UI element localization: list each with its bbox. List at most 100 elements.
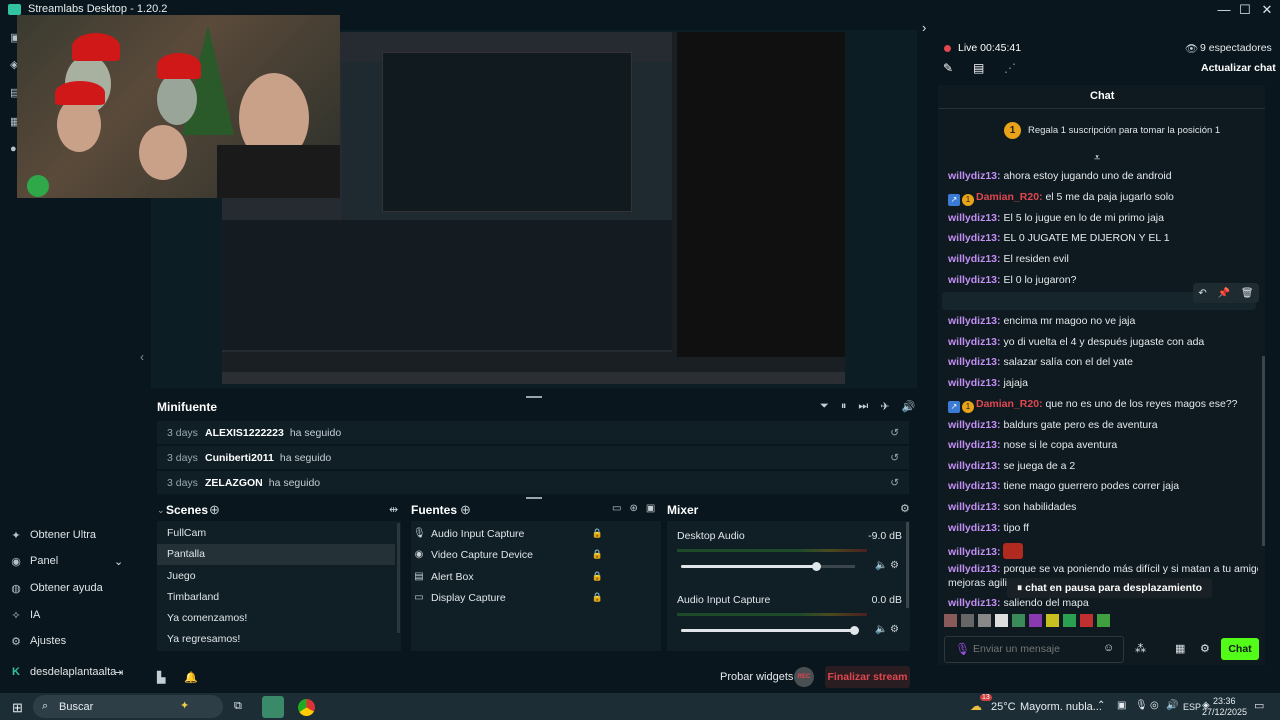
scene-item[interactable]: Juego: [157, 566, 395, 587]
chat-username[interactable]: willydiz13: [948, 336, 997, 348]
maximize-button[interactable]: ☐: [1234, 1, 1256, 19]
chat-input[interactable]: [973, 640, 1098, 658]
chat-username[interactable]: Damian_R20: [976, 398, 1039, 410]
scene-item[interactable]: Ya regresamos!: [157, 629, 395, 650]
filter-icon[interactable]: ⏷: [820, 400, 829, 413]
chat-message[interactable]: willydiz13: baldurs gate pero es de aven…: [948, 419, 1258, 432]
chat-username[interactable]: willydiz13: [948, 170, 997, 182]
clock-time[interactable]: 23:36: [1213, 696, 1236, 706]
emote-icon[interactable]: [1046, 614, 1059, 627]
chat-username[interactable]: willydiz13: [948, 546, 997, 558]
emote-icon[interactable]: [1029, 614, 1042, 627]
chat-message[interactable]: ↗ 1 Damian_R20: el 5 me da paja jugarlo so…: [948, 191, 1258, 206]
emoji-icon[interactable]: ☺: [1103, 642, 1114, 654]
notifications-icon[interactable]: 🔔: [184, 671, 198, 684]
test-widgets-button[interactable]: Probar widgets: [720, 671, 793, 683]
chat-message[interactable]: willydiz13: El 5 lo jugue en lo de mi pr…: [948, 212, 1258, 225]
chat-message[interactable]: willydiz13: salazar salía con el del yat…: [948, 356, 1258, 369]
tray-app-icon[interactable]: ▣: [1117, 700, 1126, 711]
temperature[interactable]: 25°C: [991, 701, 1016, 713]
chat-username[interactable]: willydiz13: [948, 419, 997, 431]
chat-message[interactable]: willydiz13: El residen evil: [948, 253, 1258, 266]
kick-features-icon[interactable]: ⁂: [1135, 642, 1146, 655]
chat-username[interactable]: willydiz13: [948, 315, 997, 327]
nav-obtener-ultra[interactable]: ✦ Obtener Ultra: [10, 524, 140, 546]
chat-message[interactable]: willydiz13: porque se va poniendo más di…: [948, 563, 1258, 576]
chat-username[interactable]: Damian_R20: [976, 191, 1039, 203]
chat-message[interactable]: willydiz13: saliendo del mapa: [948, 597, 1258, 610]
record-button[interactable]: REC: [794, 667, 814, 687]
chat-username[interactable]: willydiz13: [948, 377, 997, 389]
mute-alerts-icon[interactable]: ✈: [880, 400, 889, 413]
end-stream-button[interactable]: Finalizar stream: [825, 666, 910, 688]
replay-icon[interactable]: ↺: [890, 427, 899, 439]
chat-message[interactable]: willydiz13: tiene mago guerrero podes co…: [948, 480, 1258, 493]
scene-item[interactable]: Ya comenzamos!: [157, 608, 395, 629]
clock-date[interactable]: 27/12/2025: [1202, 707, 1247, 717]
lock-icon[interactable]: 🔒: [592, 571, 603, 582]
add-folder-icon[interactable]: ▣: [646, 503, 655, 514]
emote-icon[interactable]: [944, 614, 957, 627]
chat-scrollbar[interactable]: [1262, 356, 1265, 546]
tray-chevron-icon[interactable]: ⌃: [1097, 700, 1105, 711]
chat-username[interactable]: willydiz13: [948, 563, 997, 575]
source-item[interactable]: ▭ Display Capture 🔒: [413, 587, 605, 608]
chat-username[interactable]: willydiz13: [948, 274, 997, 286]
replay-icon[interactable]: ↺: [890, 452, 899, 464]
chat-message[interactable]: willydiz13: nose si le copa aventura: [948, 439, 1258, 452]
chat-username[interactable]: willydiz13: [948, 356, 997, 368]
tray-volume-icon[interactable]: 🔊: [1166, 700, 1178, 711]
logout-icon[interactable]: ⇥: [114, 666, 123, 679]
edit-stream-icon[interactable]: ✎: [943, 61, 953, 75]
nav-user[interactable]: K desdelaplantaalta ⇥: [10, 661, 140, 683]
chat-username[interactable]: willydiz13: [948, 597, 997, 609]
pin-icon[interactable]: 📌: [1218, 288, 1230, 299]
volume-slider[interactable]: [681, 562, 855, 571]
volume-slider[interactable]: [681, 626, 859, 635]
scene-item-selected[interactable]: Pantalla: [157, 544, 395, 565]
chat-username[interactable]: willydiz13: [948, 439, 997, 451]
chat-message[interactable]: ↗ 1 Damian_R20: que no es uno de los reyes…: [948, 398, 1258, 413]
nav-obtener-ayuda[interactable]: ◍ Obtener ayuda: [10, 577, 140, 599]
chat-username[interactable]: willydiz13: [948, 522, 997, 534]
chat-username[interactable]: willydiz13: [948, 480, 997, 492]
emote-icon[interactable]: [978, 614, 991, 627]
scene-transition-icon[interactable]: ⇹: [389, 503, 398, 516]
chat-message[interactable]: willydiz13: se juega de a 2: [948, 460, 1258, 473]
resize-handle[interactable]: [526, 396, 542, 398]
source-item[interactable]: 🎙 Audio Input Capture 🔒: [413, 523, 605, 544]
chat-message[interactable]: willydiz13: jajaja: [948, 377, 1258, 390]
chat-username[interactable]: willydiz13: [948, 501, 997, 513]
source-item[interactable]: ◉ Video Capture Device 🔒: [413, 544, 605, 565]
chat-message[interactable]: willydiz13: yo di vuelta el 4 y después …: [948, 336, 1258, 349]
windows-start-icon[interactable]: ⊞: [12, 700, 23, 716]
lock-icon[interactable]: 🔒: [592, 528, 603, 539]
speaker-icon[interactable]: 🔈: [875, 624, 887, 635]
chat-message[interactable]: willydiz13: encima mr magoo no ve jaja: [948, 315, 1258, 328]
mixer-settings-icon[interactable]: ⚙: [900, 502, 910, 515]
nav-ia[interactable]: ✧ IA: [10, 604, 140, 626]
chat-username[interactable]: willydiz13: [948, 232, 997, 244]
chat-username[interactable]: willydiz13: [948, 212, 997, 224]
chat-message[interactable]: willydiz13: EL 0 JUGATE ME DIJERON Y EL …: [948, 232, 1258, 245]
add-scene-icon[interactable]: ⊕: [209, 502, 220, 518]
performance-icon[interactable]: ▙: [157, 671, 165, 684]
emote-icon[interactable]: [1063, 614, 1076, 627]
chrome-icon[interactable]: [298, 699, 315, 716]
language[interactable]: ESP: [1183, 702, 1201, 712]
channel-settings-icon[interactable]: ⚙: [890, 624, 899, 635]
lock-icon[interactable]: 🔒: [592, 592, 603, 603]
gift-sub-promo[interactable]: Regala 1 suscripción para tomar la posic…: [1028, 125, 1220, 136]
send-chat-button[interactable]: Chat: [1221, 638, 1259, 660]
skip-icon[interactable]: ⏭: [858, 400, 868, 413]
collapse-icon[interactable]: ⌄: [157, 505, 165, 516]
speaker-icon[interactable]: 🔈: [875, 560, 887, 571]
reply-icon[interactable]: ↶: [1198, 288, 1206, 299]
volume-icon[interactable]: 🔊: [901, 400, 915, 413]
expand-promo-icon[interactable]: ⩡: [1094, 152, 1100, 165]
emote-icon[interactable]: [1097, 614, 1110, 627]
nav-ajustes[interactable]: ⚙ Ajustes: [10, 630, 140, 652]
chat-username[interactable]: willydiz13: [948, 253, 997, 265]
chat-message[interactable]: willydiz13: son habilidades: [948, 501, 1258, 514]
task-view-icon[interactable]: ⧉: [234, 700, 242, 713]
